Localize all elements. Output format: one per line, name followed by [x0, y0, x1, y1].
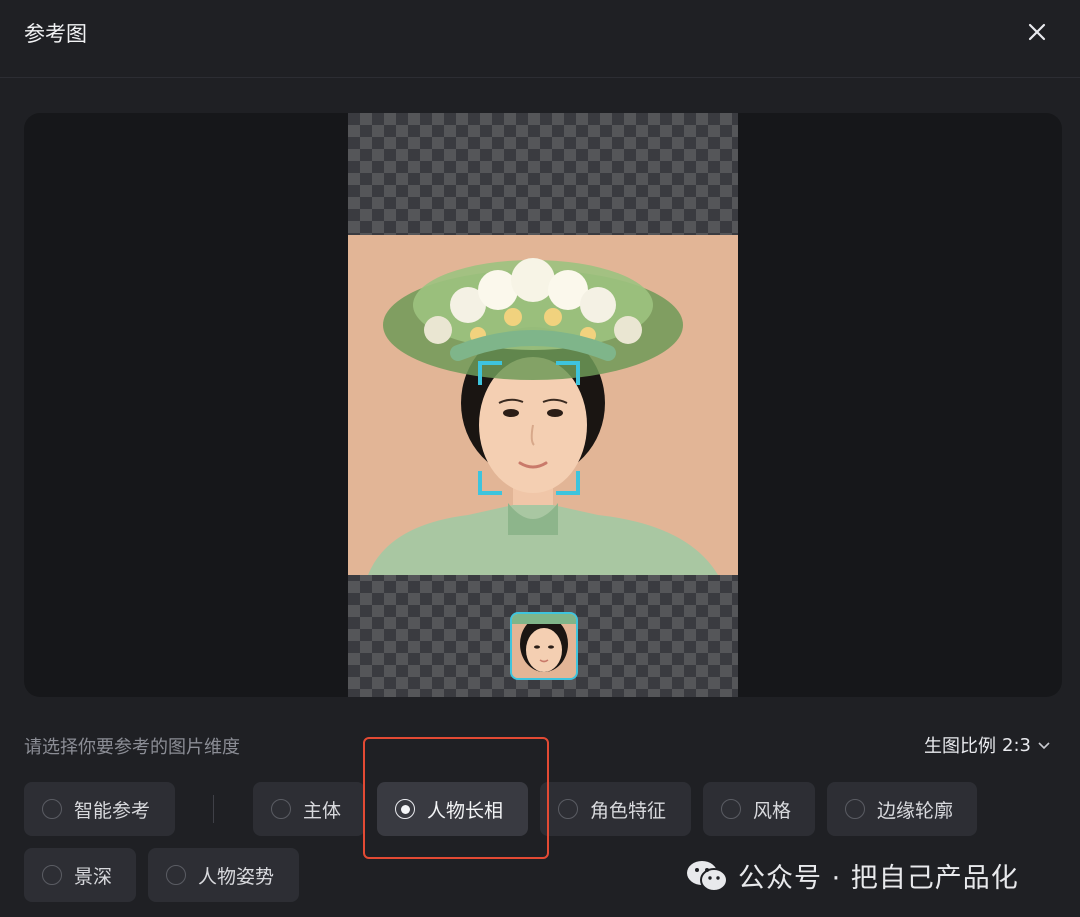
chevron-down-icon: [1038, 742, 1050, 750]
option-label: 景深: [74, 865, 113, 888]
watermark-text: 公众号 · 把自己产品化: [738, 863, 1019, 894]
highlight-box: [363, 737, 549, 859]
radio-icon: [558, 799, 578, 819]
radio-icon: [721, 799, 741, 819]
option-smart-reference[interactable]: 智能参考: [24, 782, 175, 836]
close-button[interactable]: [1020, 15, 1054, 49]
option-divider: [213, 795, 214, 823]
reference-preview-area: [24, 113, 1062, 697]
option-label: 主体: [303, 799, 342, 822]
wechat-icon: [687, 860, 728, 892]
close-icon: [1028, 23, 1046, 41]
option-label: 智能参考: [74, 799, 151, 822]
radio-icon: [271, 799, 291, 819]
option-pose[interactable]: 人物姿势: [148, 848, 299, 902]
radio-icon: [166, 865, 186, 885]
option-depth-of-field[interactable]: 景深: [24, 848, 136, 902]
ratio-selector[interactable]: 生图比例 2:3: [924, 732, 1051, 758]
radio-icon: [845, 799, 865, 819]
option-edge-outline[interactable]: 边缘轮廓: [827, 782, 977, 836]
option-style[interactable]: 风格: [703, 782, 815, 836]
dialog-title: 参考图: [24, 22, 87, 46]
face-thumbnail-image: [512, 614, 576, 678]
face-thumbnail[interactable]: [510, 612, 578, 680]
ratio-value: 2:3: [1002, 734, 1031, 756]
radio-icon: [42, 865, 62, 885]
reference-image: [348, 235, 738, 575]
option-label: 角色特征: [590, 799, 667, 822]
option-label: 人物姿势: [198, 865, 275, 888]
face-detection-frame: [478, 361, 580, 495]
radio-icon: [42, 799, 62, 819]
option-subject[interactable]: 主体: [253, 782, 365, 836]
dialog-header: 参考图: [0, 0, 1080, 78]
option-label: 边缘轮廓: [877, 799, 954, 822]
option-character-traits[interactable]: 角色特征: [540, 782, 691, 836]
option-label: 风格: [753, 799, 792, 822]
ratio-label: 生图比例: [924, 736, 996, 757]
dimension-hint: 请选择你要参考的图片维度: [24, 737, 240, 758]
watermark: 公众号 · 把自己产品化: [686, 856, 1019, 895]
